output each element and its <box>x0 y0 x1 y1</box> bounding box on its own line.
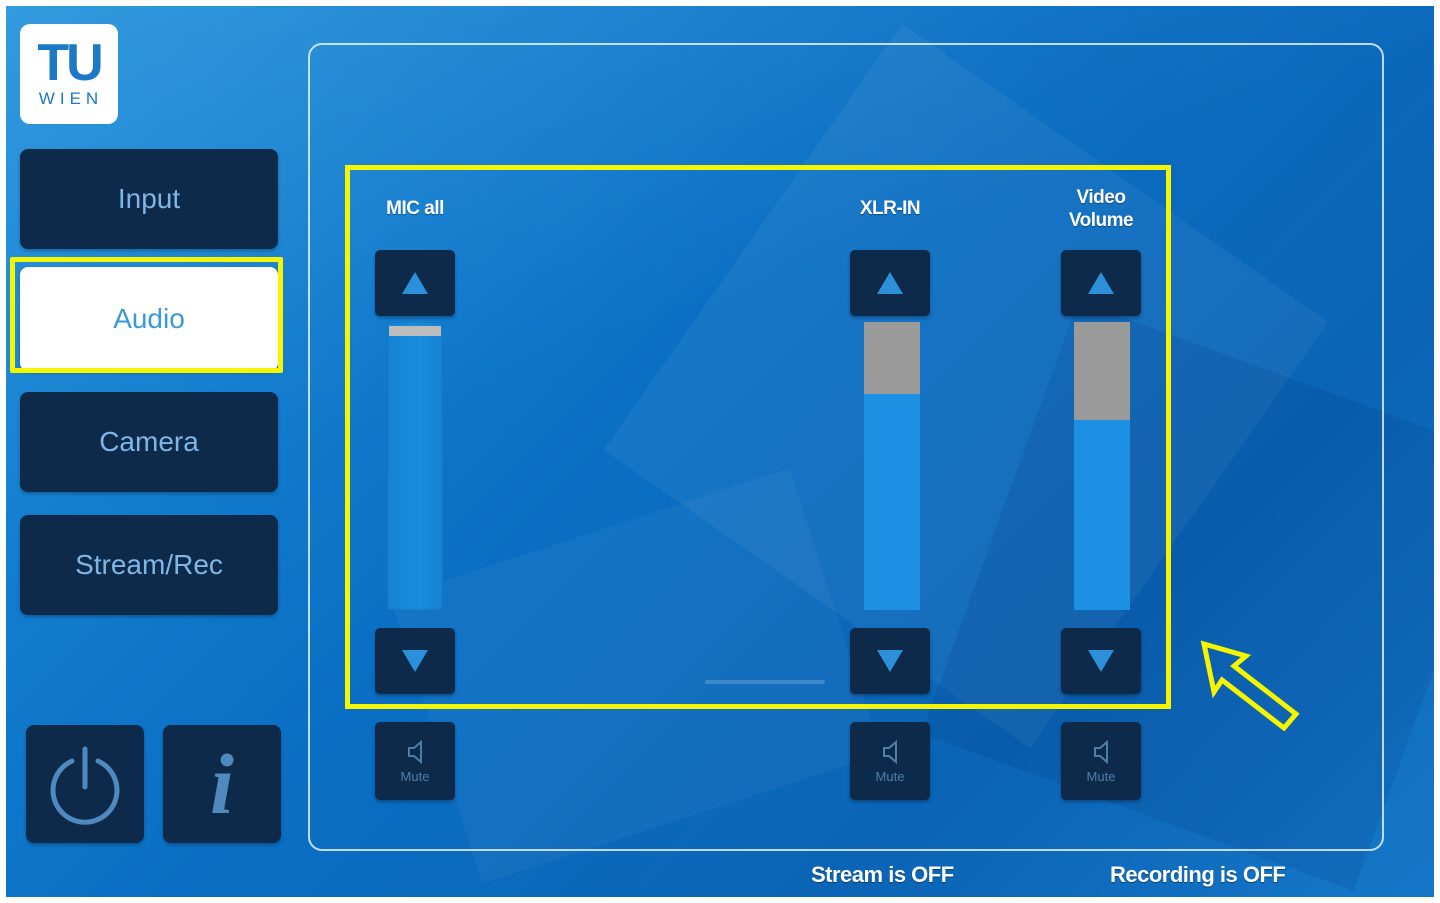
info-icon: i <box>210 736 234 832</box>
nav-stream-rec-button[interactable]: Stream/Rec <box>20 515 278 615</box>
power-icon <box>50 746 120 825</box>
nav-camera-button[interactable]: Camera <box>20 392 278 492</box>
mute-label: Mute <box>875 768 905 784</box>
logo-text-sub: WIEN <box>38 89 104 108</box>
mic-all-mute-button[interactable]: Mute <box>375 722 455 800</box>
tu-wien-logo: TU WIEN <box>20 24 118 124</box>
recording-status: Recording is OFF <box>1110 862 1286 887</box>
nav-input-button[interactable]: Input <box>20 149 278 249</box>
mute-label: Mute <box>400 768 430 784</box>
faders-highlight <box>345 165 1171 709</box>
stream-status: Stream is OFF <box>811 862 954 887</box>
nav-input-label: Input <box>117 183 181 214</box>
nav-stream-rec-label: Stream/Rec <box>75 549 223 580</box>
nav-camera-label: Camera <box>99 426 199 457</box>
audio-button-highlight <box>10 257 283 373</box>
mute-label: Mute <box>1086 768 1116 784</box>
speaker-icon <box>883 739 897 764</box>
power-button[interactable] <box>26 725 144 843</box>
info-button[interactable]: i <box>163 725 281 843</box>
pointer-arrow-icon <box>1200 640 1300 732</box>
speaker-icon <box>408 739 422 764</box>
speaker-icon <box>1094 739 1108 764</box>
xlr-in-mute-button[interactable]: Mute <box>850 722 930 800</box>
video-volume-mute-button[interactable]: Mute <box>1061 722 1141 800</box>
logo-text-main: TU <box>37 34 103 92</box>
